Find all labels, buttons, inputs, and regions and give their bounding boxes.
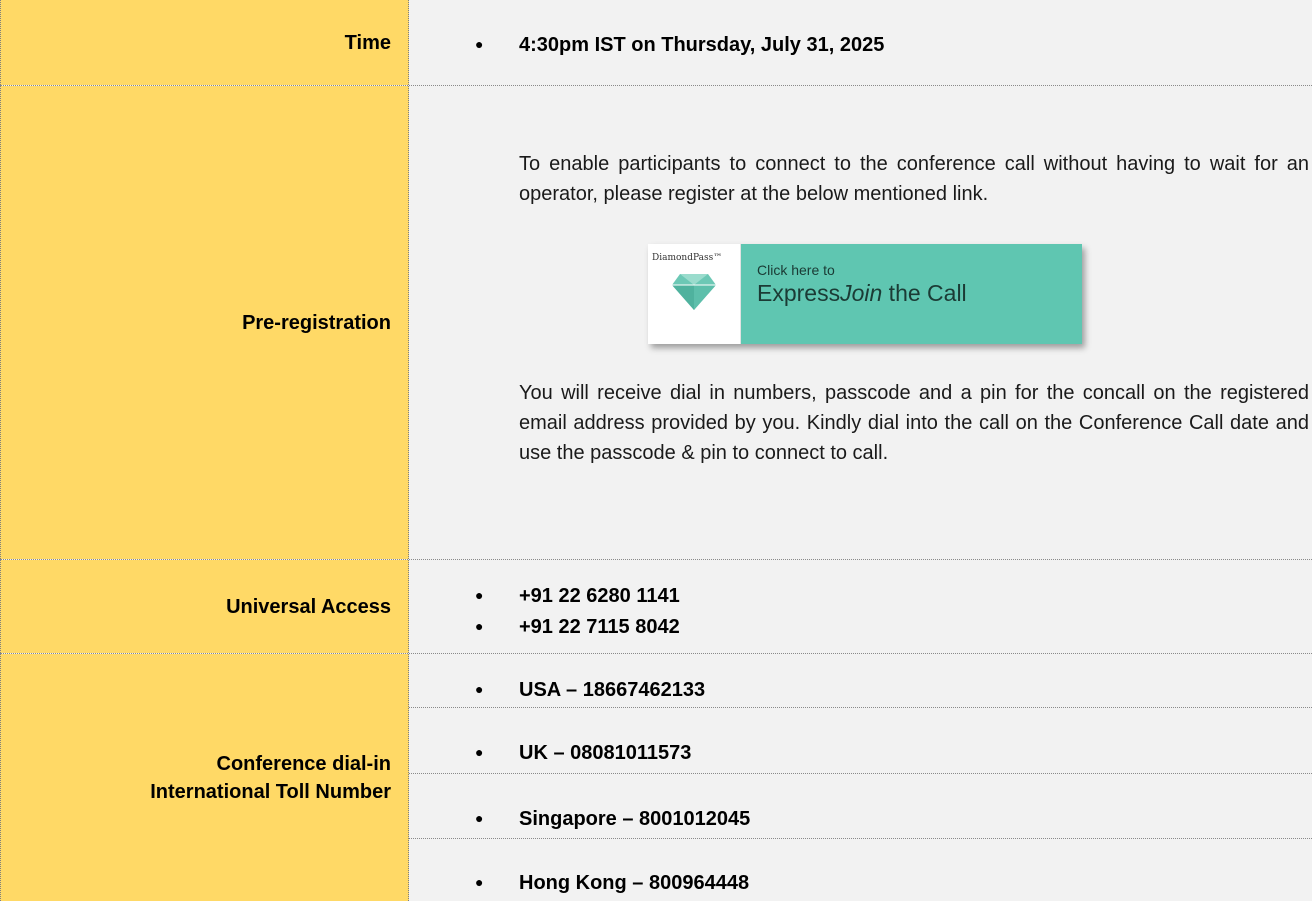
intl-number-uk: ● UK – 08081011573: [475, 740, 691, 765]
conference-call-details-table: Time ● 4:30pm IST on Thursday, July 31, 2…: [0, 0, 1312, 901]
bullet-icon: ●: [475, 618, 484, 634]
expressjoin-banner-button[interactable]: DiamondPass™ Click here to ExpressJoin t…: [648, 244, 1082, 344]
diamond-icon: [672, 274, 716, 310]
intl-number-singapore-text: Singapore – 8001012045: [519, 808, 751, 830]
bullet-icon: ●: [475, 681, 484, 697]
label-international: Conference dial-in International Toll Nu…: [0, 654, 409, 901]
banner-brand-panel: DiamondPass™: [648, 244, 741, 344]
intl-number-hongkong: ● Hong Kong – 800964448: [475, 870, 749, 895]
banner-big-text: ExpressJoin the Call: [757, 280, 967, 307]
time-value-text: 4:30pm IST on Thursday, July 31, 2025: [519, 34, 885, 56]
value-preregistration: To enable participants to connect to the…: [409, 86, 1312, 559]
bullet-icon: ●: [475, 810, 484, 826]
bullet-icon: ●: [475, 36, 484, 52]
label-time: Time: [0, 0, 409, 85]
value-time: ● 4:30pm IST on Thursday, July 31, 2025: [409, 0, 1312, 85]
label-international-line1: Conference dial-in: [216, 752, 391, 775]
divider: [409, 707, 1312, 708]
label-universal-access: Universal Access: [0, 560, 409, 653]
row-time: Time ● 4:30pm IST on Thursday, July 31, 2…: [0, 0, 1312, 85]
universal-number-1: ● +91 22 6280 1141: [475, 583, 680, 608]
universal-number-2: ● +91 22 7115 8042: [475, 614, 680, 639]
bullet-icon: ●: [475, 587, 484, 603]
bullet-icon: ●: [475, 744, 484, 760]
intl-number-hongkong-text: Hong Kong – 800964448: [519, 872, 750, 894]
label-international-line2: International Toll Number: [150, 780, 391, 803]
row-preregistration: Pre-registration To enable participants …: [0, 86, 1312, 559]
banner-big-suffix: the Call: [882, 280, 967, 306]
row-international: Conference dial-in International Toll Nu…: [0, 654, 1312, 901]
universal-number-2-text: +91 22 7115 8042: [519, 616, 680, 638]
divider: [409, 773, 1312, 774]
preregistration-intro: To enable participants to connect to the…: [519, 153, 1309, 205]
banner-cta-panel: Click here to ExpressJoin the Call: [741, 244, 1082, 344]
time-value-line: ● 4:30pm IST on Thursday, July 31, 2025: [475, 32, 884, 57]
label-universal-access-text: Universal Access: [226, 595, 391, 618]
value-universal-access: ● +91 22 6280 1141 ● +91 22 7115 8042: [409, 560, 1312, 653]
banner-big-prefix: Express: [757, 280, 841, 306]
universal-number-1-text: +91 22 6280 1141: [519, 585, 680, 607]
bullet-icon: ●: [475, 874, 484, 890]
label-preregistration: Pre-registration: [0, 86, 409, 559]
diamondpass-logo-text: DiamondPass™: [652, 253, 723, 263]
row-universal-access: Universal Access ● +91 22 6280 1141 ● +91 …: [0, 560, 1312, 653]
banner-big-italic: Join: [840, 280, 883, 306]
label-time-text: Time: [344, 31, 391, 54]
intl-number-usa-text: USA – 18667462133: [519, 679, 706, 701]
intl-number-usa: ● USA – 18667462133: [475, 677, 705, 702]
preregistration-outro: You will receive dial in numbers, passco…: [519, 382, 1309, 464]
intl-number-uk-text: UK – 08081011573: [519, 742, 692, 764]
intl-number-singapore: ● Singapore – 8001012045: [475, 806, 750, 831]
divider: [409, 838, 1312, 839]
value-international: ● USA – 18667462133 ● UK – 08081011573 ● Si…: [409, 654, 1312, 901]
banner-small-text: Click here to: [757, 262, 835, 278]
label-preregistration-text: Pre-registration: [242, 311, 391, 334]
